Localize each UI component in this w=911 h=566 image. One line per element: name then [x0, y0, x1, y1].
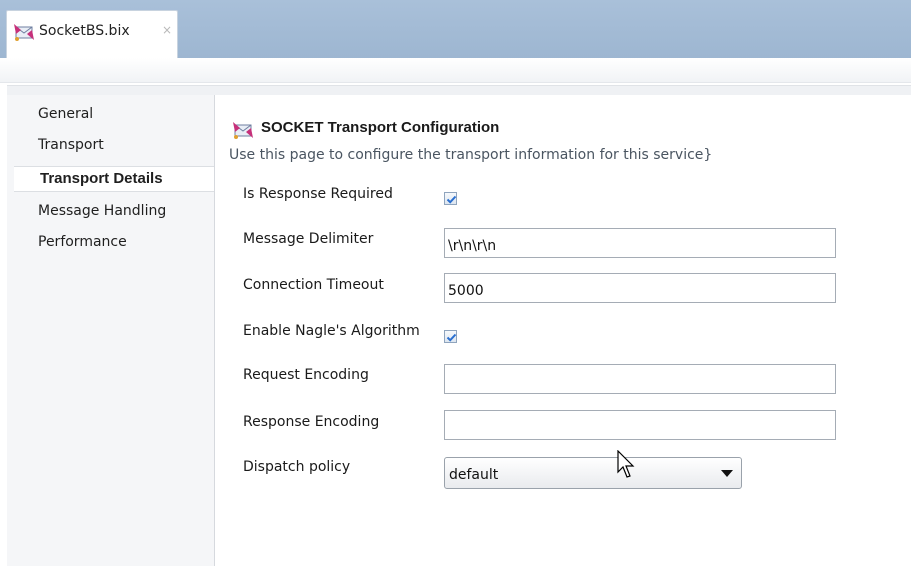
sidebar-item-message-handling[interactable]: Message Handling — [38, 200, 166, 222]
tab-strip — [0, 58, 911, 83]
business-service-icon — [233, 122, 253, 139]
checkmark-icon — [446, 195, 457, 204]
dispatch-policy-select[interactable]: default — [444, 457, 742, 489]
checkmark-icon — [446, 333, 457, 342]
business-service-icon — [14, 24, 34, 41]
request-encoding-label: Request Encoding — [243, 367, 369, 383]
request-encoding-input[interactable] — [444, 364, 836, 394]
mouse-cursor-icon — [617, 450, 635, 478]
sidebar-item-transport[interactable]: Transport — [38, 134, 104, 156]
sidebar-item-general[interactable]: General — [38, 103, 93, 125]
page-description: Use this page to configure the transport… — [229, 147, 713, 163]
close-icon[interactable]: × — [162, 23, 172, 37]
is-response-required-label: Is Response Required — [243, 186, 393, 202]
page-title: SOCKET Transport Configuration — [261, 119, 500, 136]
enable-nagle-label: Enable Nagle's Algorithm — [243, 323, 420, 339]
connection-timeout-label: Connection Timeout — [243, 277, 384, 293]
chevron-down-icon[interactable] — [721, 470, 733, 477]
enable-nagle-checkbox[interactable] — [444, 330, 457, 343]
response-encoding-input[interactable] — [444, 410, 836, 440]
sidebar-item-performance[interactable]: Performance — [38, 231, 127, 253]
editor-tab-bar: SocketBS.bix × — [0, 0, 911, 58]
message-delimiter-input[interactable] — [444, 228, 836, 258]
dispatch-policy-value: default — [449, 467, 499, 483]
tab-socketbs-bix[interactable]: SocketBS.bix × — [6, 10, 178, 58]
sidebar-item-transport-details[interactable]: Transport Details — [14, 166, 214, 192]
connection-timeout-input[interactable] — [444, 273, 836, 303]
tab-label: SocketBS.bix — [39, 23, 130, 39]
message-delimiter-label: Message Delimiter — [243, 231, 374, 247]
response-encoding-label: Response Encoding — [243, 414, 380, 430]
is-response-required-checkbox[interactable] — [444, 192, 457, 205]
dispatch-policy-label: Dispatch policy — [243, 459, 351, 475]
